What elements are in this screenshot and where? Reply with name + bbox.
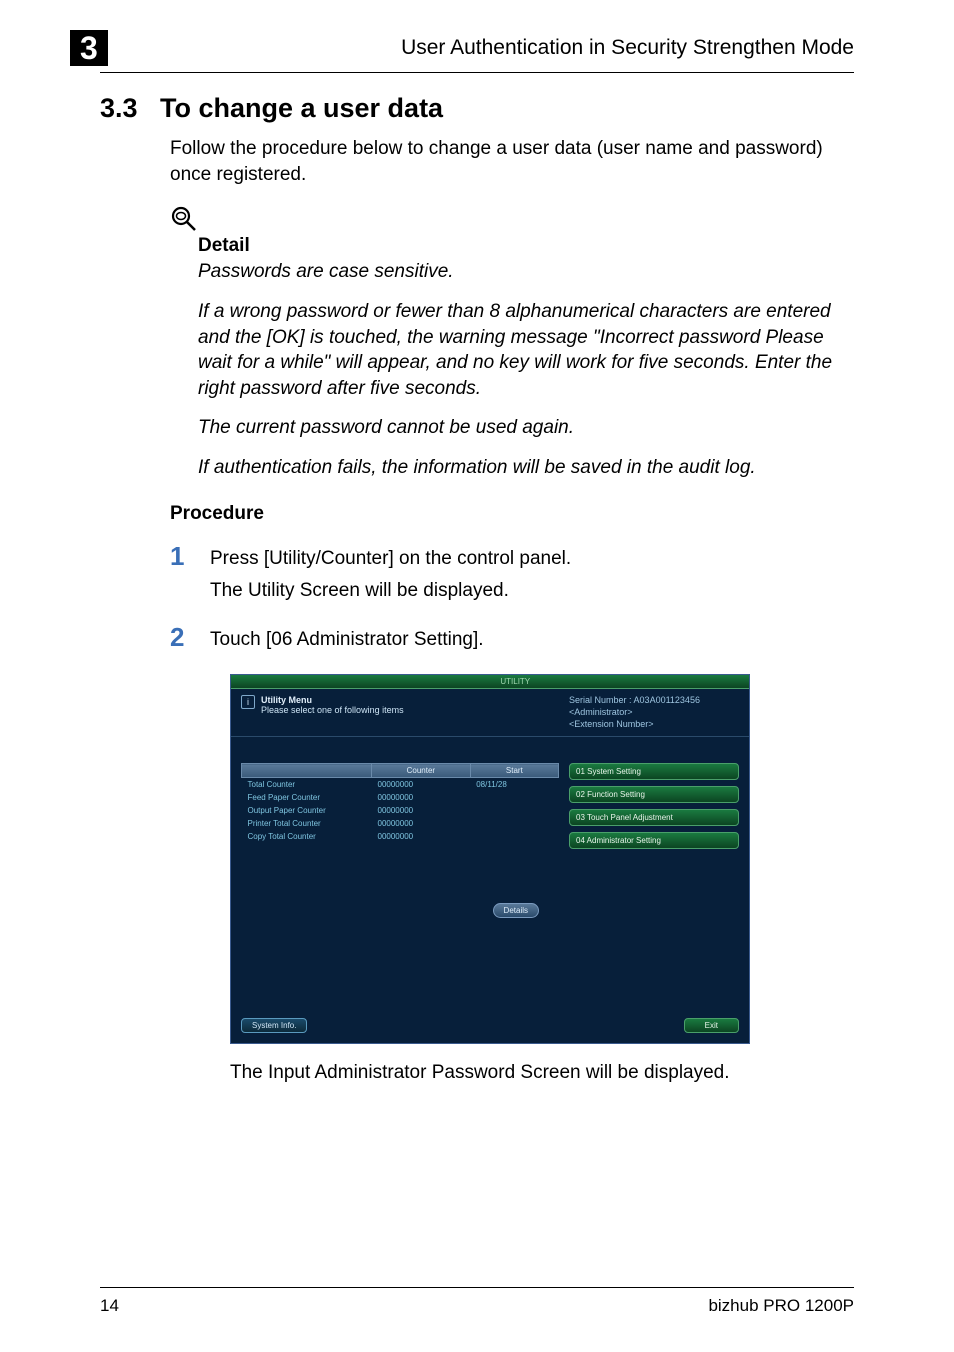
- util-header-text: Utility Menu Please select one of follow…: [261, 695, 569, 730]
- step-2-text: Touch [06 Administrator Setting].: [210, 626, 484, 655]
- row-counter: 00000000: [372, 778, 471, 792]
- table-row: Copy Total Counter00000000: [242, 830, 559, 843]
- table-row: Feed Paper Counter00000000: [242, 791, 559, 804]
- row-start: [470, 804, 558, 817]
- util-header: i Utility Menu Please select one of foll…: [231, 689, 749, 737]
- chapter-number-badge: 3: [70, 30, 108, 66]
- util-topbar: [231, 675, 749, 689]
- step-1-text: Press [Utility/Counter] on the control p…: [210, 545, 571, 574]
- table-row: Total Counter0000000008/11/28: [242, 778, 559, 792]
- util-header-meta: Serial Number : A03A001123456 <Administr…: [569, 695, 739, 730]
- detail-p1: Passwords are case sensitive.: [198, 259, 854, 285]
- row-label: Total Counter: [242, 778, 372, 792]
- row-label: Output Paper Counter: [242, 804, 372, 817]
- row-label: Feed Paper Counter: [242, 791, 372, 804]
- detail-p4: If authentication fails, the information…: [198, 455, 854, 481]
- util-title: UTILITY: [500, 677, 530, 686]
- step-number-2: 2: [170, 622, 210, 655]
- ext-label: <Extension Number>: [569, 719, 739, 731]
- util-menu-panel: 01 System Setting 02 Function Setting 03…: [569, 763, 739, 855]
- th-blank: [242, 764, 372, 778]
- product-name: bizhub PRO 1200P: [708, 1296, 854, 1316]
- exit-button[interactable]: Exit: [684, 1018, 739, 1033]
- page-header: 3 User Authentication in Security Streng…: [100, 30, 854, 73]
- detail-block: Detail Passwords are case sensitive. If …: [170, 205, 854, 480]
- counter-table: Counter Start Total Counter0000000008/11…: [241, 763, 559, 843]
- system-info-button[interactable]: System Info.: [241, 1018, 307, 1033]
- procedure-label: Procedure: [170, 503, 854, 525]
- page-footer: 14 bizhub PRO 1200P: [100, 1287, 854, 1316]
- section-number: 3.3: [100, 93, 138, 124]
- detail-p3: The current password cannot be used agai…: [198, 415, 854, 441]
- table-row: Printer Total Counter00000000: [242, 817, 559, 830]
- serial-label: Serial Number: [569, 695, 627, 705]
- row-label: Printer Total Counter: [242, 817, 372, 830]
- magnifier-icon: [170, 205, 198, 233]
- th-start: Start: [470, 764, 558, 778]
- admin-label: <Administrator>: [569, 707, 739, 719]
- util-menu-subtitle: Please select one of following items: [261, 705, 569, 715]
- row-counter: 00000000: [372, 804, 471, 817]
- step-number-1: 1: [170, 541, 210, 606]
- detail-p2: If a wrong password or fewer than 8 alph…: [198, 299, 854, 402]
- details-button[interactable]: Details: [493, 903, 539, 918]
- step-2: 2 Touch [06 Administrator Setting].: [170, 622, 854, 655]
- step-1-sub: The Utility Screen will be displayed.: [210, 577, 571, 606]
- section-heading: 3.3 To change a user data: [100, 93, 854, 124]
- row-start: [470, 791, 558, 804]
- row-start: [470, 830, 558, 843]
- menu-system-setting[interactable]: 01 System Setting: [569, 763, 739, 780]
- intro-text: Follow the procedure below to change a u…: [170, 136, 854, 187]
- row-label: Copy Total Counter: [242, 830, 372, 843]
- detail-label: Detail: [198, 235, 854, 257]
- util-counter-panel: Counter Start Total Counter0000000008/11…: [241, 763, 559, 855]
- step-1: 1 Press [Utility/Counter] on the control…: [170, 541, 854, 606]
- menu-administrator-setting[interactable]: 04 Administrator Setting: [569, 832, 739, 849]
- menu-function-setting[interactable]: 02 Function Setting: [569, 786, 739, 803]
- row-counter: 00000000: [372, 791, 471, 804]
- header-title: User Authentication in Security Strength…: [128, 36, 854, 60]
- table-row: Output Paper Counter00000000: [242, 804, 559, 817]
- util-menu-title: Utility Menu: [261, 695, 569, 705]
- th-counter: Counter: [372, 764, 471, 778]
- page-number: 14: [100, 1296, 119, 1316]
- menu-touch-panel-adjustment[interactable]: 03 Touch Panel Adjustment: [569, 809, 739, 826]
- utility-screenshot: UTILITY i Utility Menu Please select one…: [230, 674, 750, 1044]
- info-icon: i: [241, 695, 255, 709]
- row-start: [470, 817, 558, 830]
- row-counter: 00000000: [372, 817, 471, 830]
- section-title: To change a user data: [160, 93, 443, 124]
- row-counter: 00000000: [372, 830, 471, 843]
- screenshot-caption: The Input Administrator Password Screen …: [230, 1062, 854, 1084]
- serial-value: : A03A001123456: [629, 695, 700, 705]
- row-start: 08/11/28: [470, 778, 558, 792]
